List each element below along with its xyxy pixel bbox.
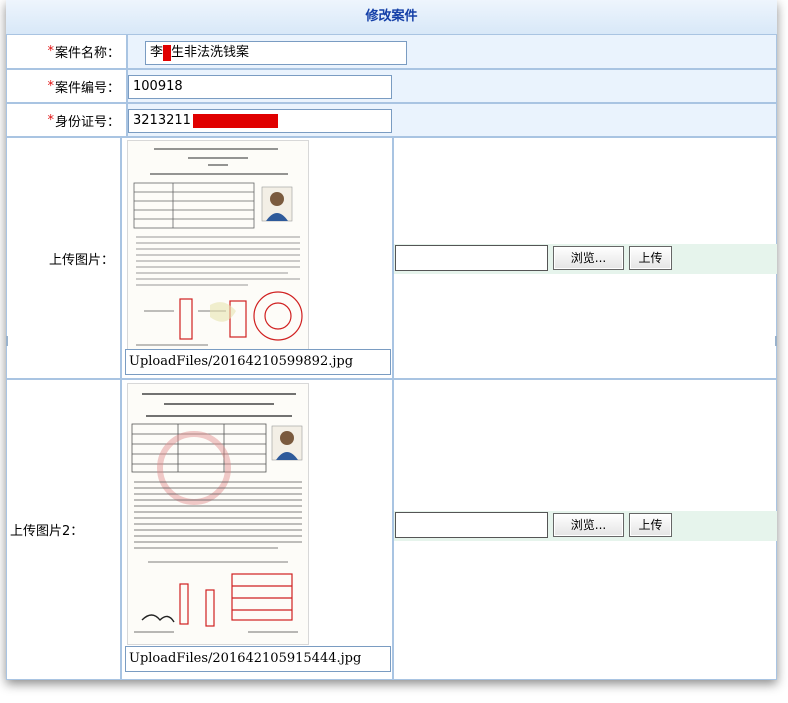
form-title: 修改案件 [6,0,777,35]
scanned-document-1-icon [128,141,308,349]
upload-button[interactable]: 上传 [629,246,672,270]
scroll-tick-right [775,336,777,346]
browse-button[interactable]: 浏览... [553,513,624,537]
document-image-1 [127,140,309,350]
redaction-mark [163,44,172,61]
upload-2-label-cell: 上传图片2： [6,379,121,680]
upload-2-file-input[interactable] [395,512,548,538]
required-mark: * [47,44,54,59]
upload-button[interactable]: 上传 [629,513,672,537]
case-number-label: 案件编号： [54,80,120,96]
required-mark: * [47,112,54,128]
case-name-label: 案件名称： [54,46,120,61]
id-number-value: 3213211 [133,113,191,128]
id-number-value-cell: 3213211 [127,103,777,137]
case-name-label-cell: * 案件名称： [6,34,127,69]
required-mark: * [47,78,54,94]
upload-1-controls-cell: 浏览... 上传 [393,137,777,379]
upload-1-preview-cell: UploadFiles/20164210599892.jpg [121,137,393,379]
case-number-input[interactable]: 100918 [128,75,392,99]
upload-1-label: 上传图片： [48,252,114,268]
upload-2-path: UploadFiles/20164210591544​4.jpg [129,651,362,666]
browse-button[interactable]: 浏览... [553,246,624,270]
upload-1-label-cell: 上传图片： [6,137,121,379]
case-name-value: 李 [150,45,164,60]
scroll-tick-left [6,336,8,346]
case-number-value: 100918 [133,79,183,94]
scanned-document-2-icon [128,384,308,644]
case-number-label-cell: * 案件编号： [6,69,127,103]
edit-case-form: 修改案件 * 案件名称： 李生非法洗钱案 * 案件编号： 100918 * 身份… [6,0,777,680]
upload-2-controls-cell: 浏览... 上传 [393,379,777,680]
upload-2-path-field[interactable]: UploadFiles/20164210591544​4.jpg [125,646,391,672]
case-name-value-rest: 生非法洗钱案 [171,45,250,60]
id-number-label-cell: * 身份证号： [6,103,127,137]
upload-2-preview-cell: UploadFiles/20164210591544​4.jpg [121,379,393,680]
upload-2-label: 上传图片2： [10,524,84,539]
document-image-2 [127,383,309,645]
id-number-input[interactable]: 3213211 [128,109,392,133]
upload-1-path-field[interactable]: UploadFiles/20164210599892.jpg [125,349,391,375]
upload-1-path: UploadFiles/20164210599892.jpg [129,354,354,369]
case-name-value-cell: 李生非法洗钱案 [127,34,777,69]
upload-1-file-input[interactable] [395,245,548,271]
redaction-mark [192,113,278,128]
case-number-value-cell: 100918 [127,69,777,103]
case-name-input[interactable]: 李生非法洗钱案 [145,41,407,65]
id-number-label: 身份证号： [54,114,120,130]
